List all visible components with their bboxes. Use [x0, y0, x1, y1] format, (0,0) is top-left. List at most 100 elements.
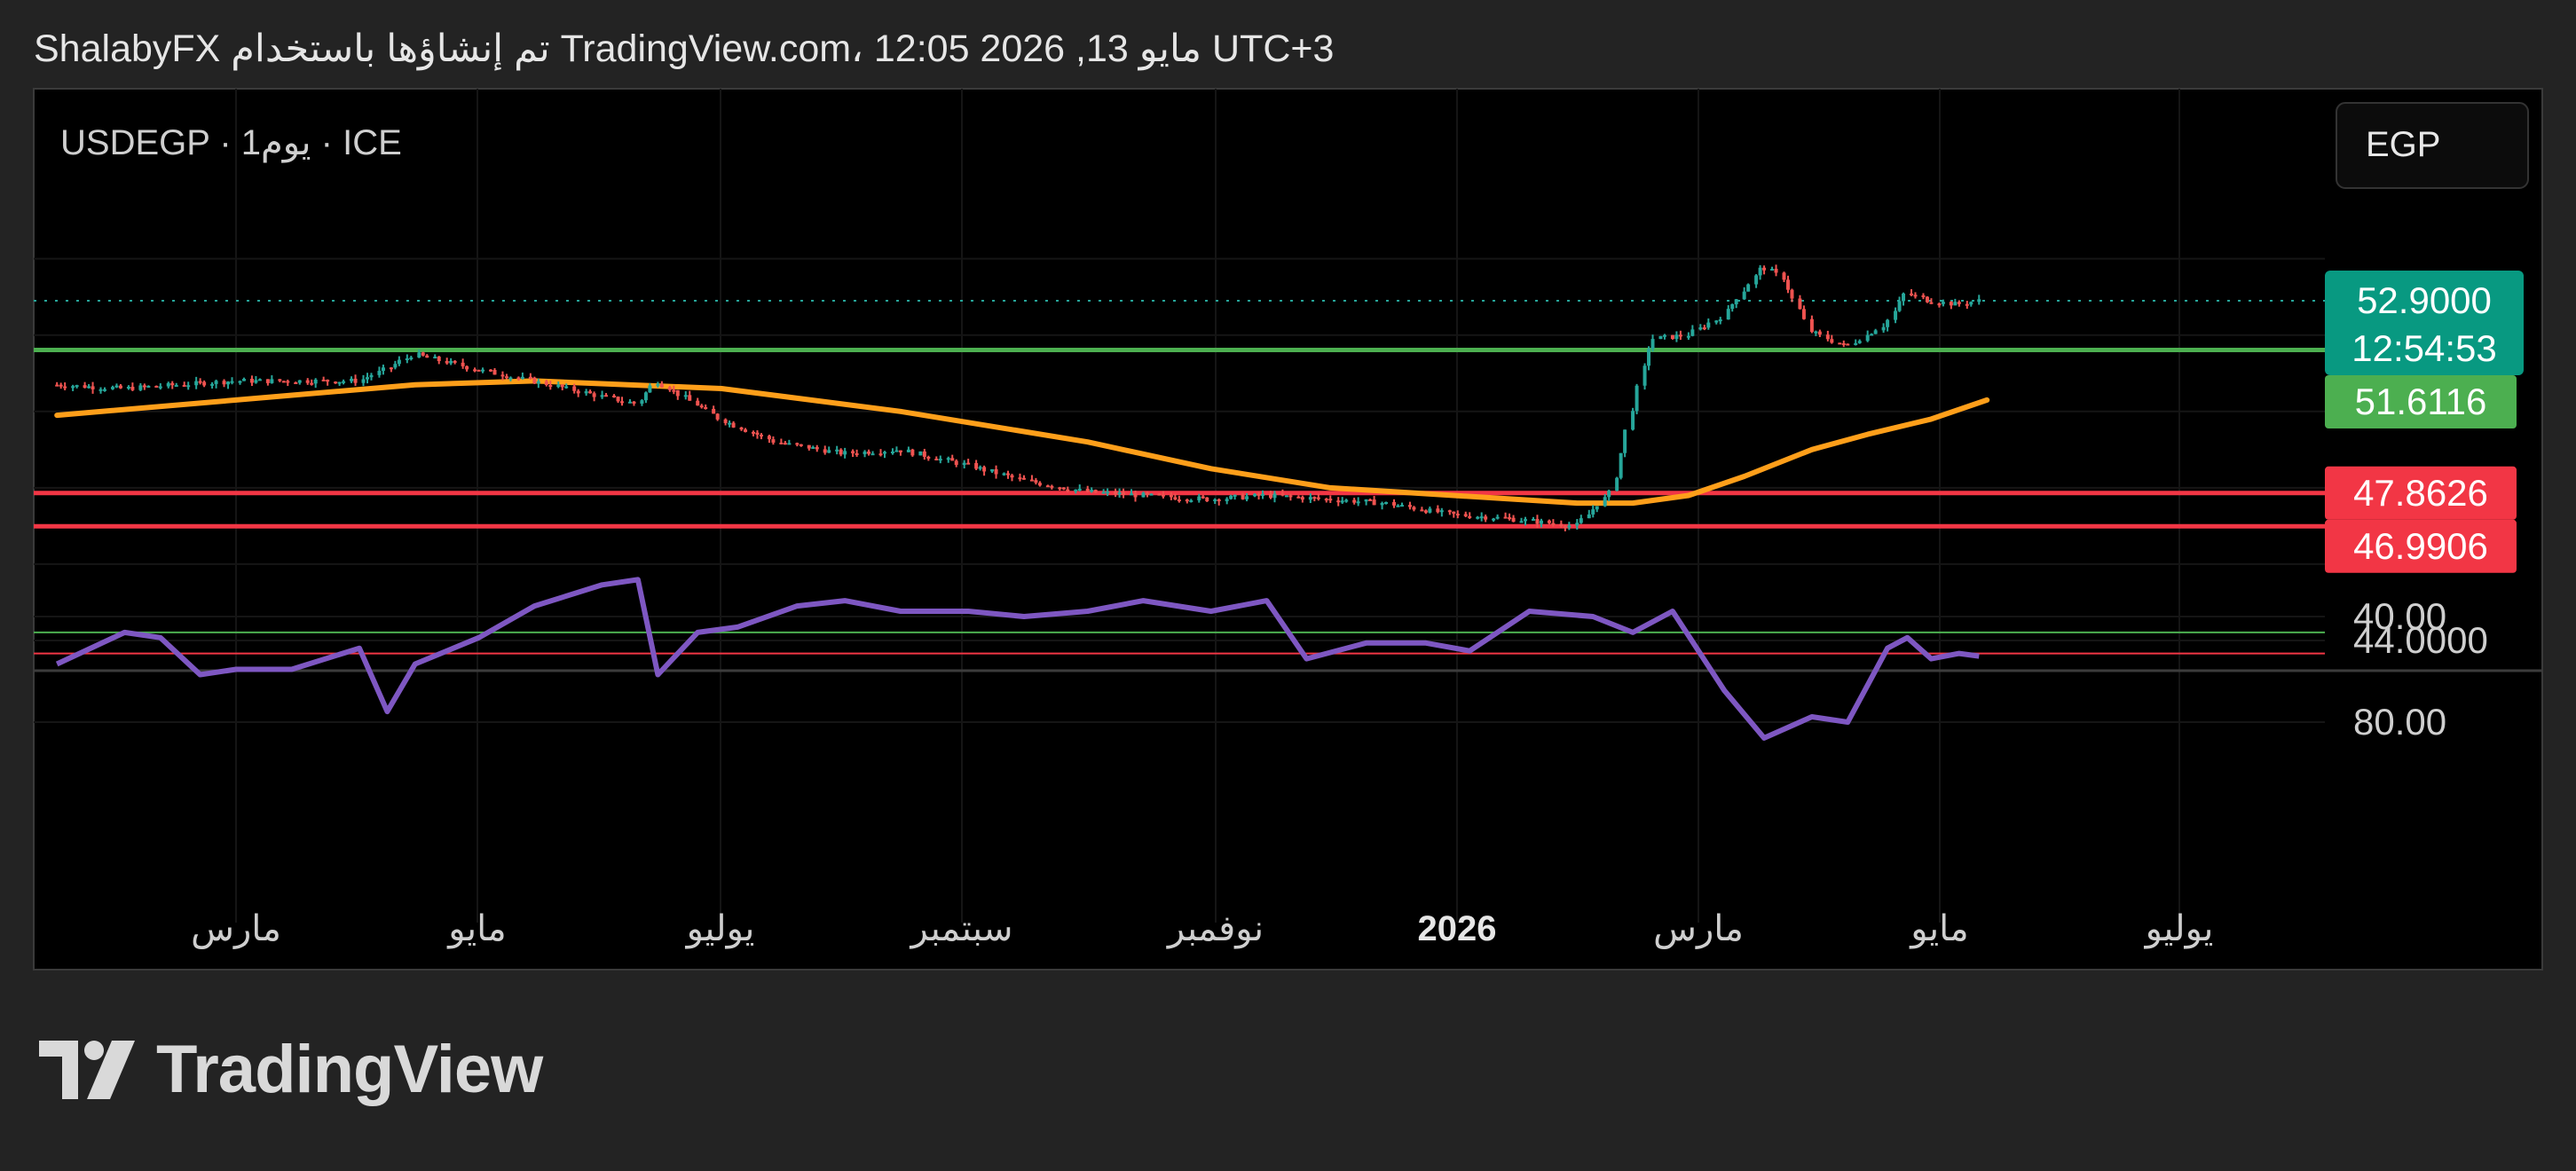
candle-body [1447, 510, 1452, 513]
candle-body [704, 407, 708, 410]
candle-body [584, 391, 588, 394]
candle-body [728, 422, 732, 425]
candle-body [1380, 503, 1384, 506]
candle-body [520, 376, 524, 379]
candle-body [528, 376, 532, 379]
candle-body [532, 377, 537, 384]
candle-body [1678, 334, 1682, 337]
candle-body [572, 386, 577, 391]
candle-body [1256, 493, 1261, 496]
candle-body [1420, 509, 1424, 512]
candle-body [1718, 319, 1722, 322]
candle-body [1726, 309, 1730, 320]
x-tick-label: نوفمبر [1166, 909, 1264, 949]
candle-body [1058, 487, 1062, 490]
candle-body [1957, 302, 1961, 304]
candle-body [688, 395, 692, 401]
candle-body [922, 451, 926, 457]
candle-body [1356, 501, 1360, 504]
candle-body [1953, 302, 1958, 306]
candle-body [1157, 493, 1162, 496]
tradingview-brand[interactable]: TradingView [39, 1031, 543, 1108]
candle-body [1130, 493, 1134, 496]
candle-body [536, 381, 540, 384]
candle-body [238, 381, 242, 383]
candle-body [1870, 334, 1874, 336]
candle-body [882, 452, 886, 454]
candle-body [369, 374, 374, 378]
candle-body [365, 377, 369, 380]
candle-body [1101, 491, 1106, 494]
candle-body [305, 380, 310, 383]
candle-body [827, 450, 831, 453]
candle-body [1392, 501, 1397, 506]
candle-body [257, 379, 262, 381]
candle-body [894, 450, 899, 452]
candle-body [118, 385, 122, 389]
candle-body [839, 449, 843, 455]
candle-body [1169, 494, 1173, 498]
candle-body [198, 381, 202, 383]
candle-body [1977, 299, 1981, 303]
candle-body [114, 385, 119, 388]
candle-body [715, 413, 720, 420]
candle-body [1531, 519, 1535, 522]
candle-body [1559, 523, 1564, 527]
candle-body [1734, 299, 1738, 304]
candle-body [516, 377, 521, 380]
candle-body [249, 378, 254, 383]
candle-body [1846, 343, 1850, 346]
x-tick-label: يوليو [2144, 909, 2214, 949]
candle-body [1647, 349, 1651, 366]
candle-body [739, 427, 744, 430]
candle-body [265, 379, 270, 383]
candle-body [481, 369, 485, 372]
candle-body [1045, 485, 1050, 488]
price-countdown: 12:54:53 [2351, 327, 2497, 369]
candle-body [906, 449, 910, 452]
chart-canvas[interactable]: مارس مايو يوليو سبتمبر نوفمبر 2026 مارس مايو يول… [0, 0, 2576, 1171]
candle-body [1428, 508, 1432, 513]
candle-body [445, 361, 449, 364]
x-tick-label: مارس [191, 909, 281, 949]
candle-body [1925, 296, 1929, 303]
candle-body [186, 385, 191, 388]
candle-body [755, 432, 760, 435]
candle-body [712, 408, 716, 414]
candle-body [1093, 490, 1098, 493]
candle-body [835, 449, 839, 452]
candle-body [473, 369, 477, 372]
candle-body [1674, 334, 1679, 340]
candle-body [226, 381, 231, 385]
candle-body [560, 384, 564, 388]
candle-body [1865, 334, 1870, 342]
symbol-legend[interactable]: USDEGP · 1يوم · ICE [60, 123, 402, 163]
candle-body [910, 449, 915, 456]
candle-body [564, 386, 569, 389]
candle-body [1476, 516, 1480, 519]
level-price-label: 47.8626 [2353, 472, 2488, 514]
candle-body [1177, 499, 1181, 502]
candle-body [465, 365, 469, 370]
candle-body [504, 376, 508, 379]
candle-body [1603, 497, 1607, 507]
candle-body [1479, 516, 1484, 519]
candle-body [1074, 489, 1078, 491]
candle-body [1762, 267, 1767, 271]
currency-button[interactable]: EGP [2336, 102, 2529, 189]
candle-body [1495, 516, 1500, 519]
candle-body [313, 379, 318, 384]
candle-body [1524, 519, 1528, 522]
candle-body [1690, 329, 1695, 336]
candle-body [1312, 497, 1317, 499]
candle-body [648, 385, 652, 393]
candle-body [1455, 514, 1460, 516]
candle-body [1284, 495, 1288, 498]
candle-body [1085, 488, 1090, 492]
candle-body [1368, 499, 1373, 501]
candle-body [1519, 521, 1524, 523]
candle-body [731, 422, 736, 428]
candle-body [377, 371, 382, 375]
candle-body [1607, 491, 1611, 498]
candle-body [294, 381, 298, 384]
